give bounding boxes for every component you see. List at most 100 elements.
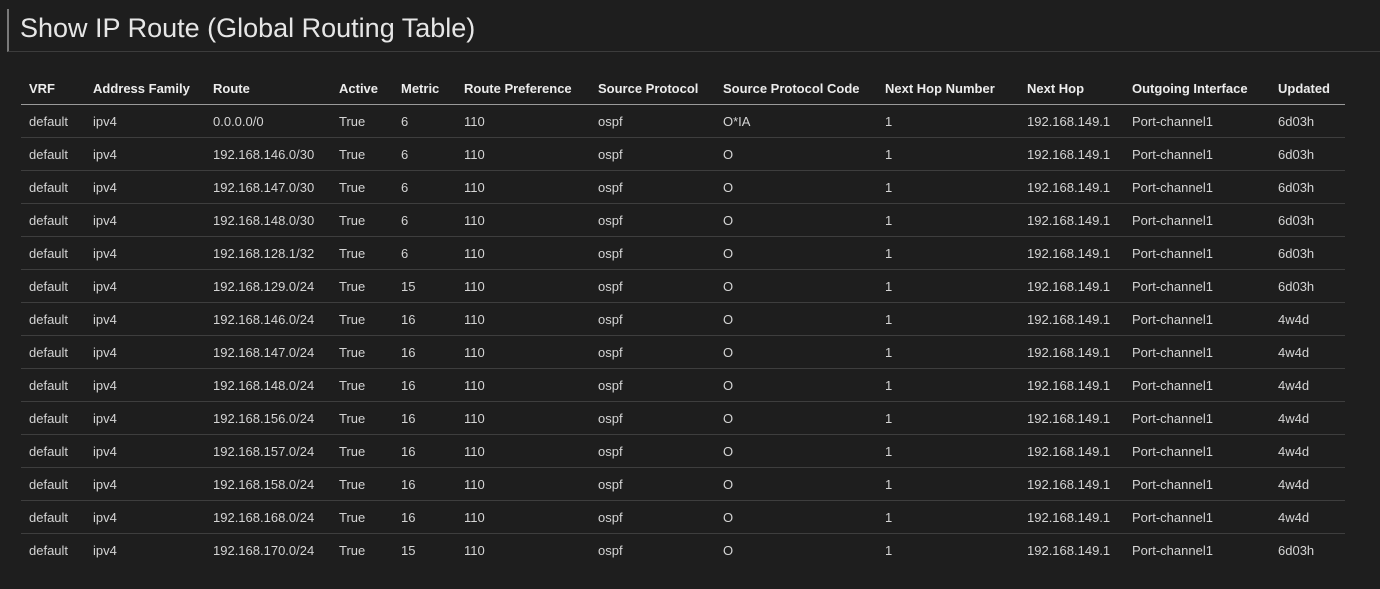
cell-next-hop: 192.168.149.1 <box>1019 104 1124 138</box>
cell-route-preference: 110 <box>456 434 590 468</box>
cell-source-protocol: ospf <box>590 269 715 303</box>
cell-source-protocol: ospf <box>590 236 715 270</box>
cell-next-hop-number: 1 <box>877 236 1019 270</box>
cell-outgoing-interface: Port-channel1 <box>1124 302 1270 336</box>
cell-active: True <box>331 335 393 369</box>
cell-updated: 4w4d <box>1270 335 1345 369</box>
cell-next-hop-number: 1 <box>877 401 1019 435</box>
column-header-next-hop[interactable]: Next Hop <box>1019 72 1124 105</box>
cell-next-hop: 192.168.149.1 <box>1019 236 1124 270</box>
cell-source-protocol: ospf <box>590 302 715 336</box>
cell-source-protocol-code: O <box>715 170 877 204</box>
cell-vrf: default <box>21 137 85 171</box>
cell-address-family: ipv4 <box>85 203 205 237</box>
cell-metric: 16 <box>393 401 456 435</box>
table-row: default ipv4 192.168.147.0/24 True 16 110 ospf… <box>21 335 1345 369</box>
cell-source-protocol: ospf <box>590 203 715 237</box>
cell-updated: 4w4d <box>1270 467 1345 501</box>
cell-route: 192.168.146.0/24 <box>205 302 331 336</box>
cell-metric: 16 <box>393 467 456 501</box>
cell-vrf: default <box>29 542 69 558</box>
cell-route: 0.0.0.0/0 <box>205 104 331 138</box>
cell-active: True <box>331 434 393 468</box>
cell-address-family: ipv4 <box>85 269 205 303</box>
cell-next-hop-number: 1 <box>877 104 1019 138</box>
cell-next-hop: 192.168.149.1 <box>1019 269 1124 303</box>
cell-address-family: ipv4 <box>85 467 205 501</box>
cell-next-hop: 192.168.149.1 <box>1019 401 1124 435</box>
cell-address-family: ipv4 <box>85 170 205 204</box>
cell-active: True <box>331 203 393 237</box>
cell-outgoing-interface: Port-channel1 <box>1124 467 1270 501</box>
cell-source-protocol-code: O <box>715 302 877 336</box>
cell-next-hop: 192.168.149.1 <box>1019 368 1124 402</box>
cell-next-hop: 192.168.149.1 <box>1019 434 1124 468</box>
cell-vrf: default <box>21 236 85 270</box>
cell-route: 192.168.157.0/24 <box>205 434 331 468</box>
cell-metric: 16 <box>393 368 456 402</box>
page-header: Show IP Route (Global Routing Table) <box>7 9 1380 52</box>
cell-next-hop-number: 1 <box>877 434 1019 468</box>
cell-vrf: default <box>21 269 85 303</box>
cell-address-family: ipv4 <box>85 434 205 468</box>
cell-route: 192.168.158.0/24 <box>205 467 331 501</box>
cell-route-preference: 110 <box>456 467 590 501</box>
cell-active: True <box>339 542 366 558</box>
column-header-route-preference[interactable]: Route Preference <box>456 72 590 105</box>
column-header-next-hop-number[interactable]: Next Hop Number <box>877 72 1019 105</box>
cell-vrf: default <box>21 401 85 435</box>
cell-active: True <box>331 401 393 435</box>
cell-address-family: ipv4 <box>85 137 205 171</box>
cell-next-hop-number: 1 <box>885 542 893 558</box>
cell-route: 192.168.168.0/24 <box>205 500 331 534</box>
column-header-active[interactable]: Active <box>331 72 393 105</box>
cell-source-protocol-code: O <box>715 368 877 402</box>
cell-source-protocol-code: O <box>723 542 734 558</box>
cell-next-hop: 192.168.149.1 <box>1019 302 1124 336</box>
cell-source-protocol-code: O <box>715 401 877 435</box>
cell-updated: 6d03h <box>1270 236 1345 270</box>
cell-route-preference: 110 <box>456 500 590 534</box>
column-header-updated[interactable]: Updated <box>1270 72 1345 105</box>
column-header-address-family[interactable]: Address Family <box>85 72 205 105</box>
cell-metric: 15 <box>393 269 456 303</box>
cell-outgoing-interface: Port-channel1 <box>1124 137 1270 171</box>
cell-route-preference: 110 <box>456 368 590 402</box>
cell-source-protocol: ospf <box>590 434 715 468</box>
column-header-source-protocol[interactable]: Source Protocol <box>590 72 715 105</box>
column-header-route[interactable]: Route <box>205 72 331 105</box>
cell-metric: 16 <box>393 335 456 369</box>
cell-source-protocol-code: O <box>715 335 877 369</box>
table-row: default ipv4 0.0.0.0/0 True 6 110 ospf O*IA 1 192… <box>21 104 1345 138</box>
cell-metric: 16 <box>393 500 456 534</box>
cell-outgoing-interface: Port-channel1 <box>1124 104 1270 138</box>
cell-active: True <box>331 368 393 402</box>
cell-active: True <box>331 500 393 534</box>
cell-route: 192.168.128.1/32 <box>205 236 331 270</box>
cell-outgoing-interface: Port-channel1 <box>1124 335 1270 369</box>
cell-active: True <box>331 302 393 336</box>
table-row: default ipv4 192.168.146.0/24 True 16 110 ospf… <box>21 302 1345 336</box>
column-header-outgoing-interface[interactable]: Outgoing Interface <box>1124 72 1270 105</box>
cell-source-protocol-code: O <box>715 203 877 237</box>
route-table: VRF Address Family Route Active Metric Route … <box>21 72 1345 566</box>
cell-source-protocol-code: O <box>715 500 877 534</box>
cell-outgoing-interface: Port-channel1 <box>1124 500 1270 534</box>
cell-metric: 6 <box>393 203 456 237</box>
cell-outgoing-interface: Port-channel1 <box>1124 170 1270 204</box>
column-header-vrf[interactable]: VRF <box>21 72 85 105</box>
cell-vrf: default <box>21 368 85 402</box>
column-header-metric[interactable]: Metric <box>393 72 456 105</box>
cell-route-preference: 110 <box>456 401 590 435</box>
column-header-source-protocol-code[interactable]: Source Protocol Code <box>715 72 877 105</box>
cell-metric: 6 <box>393 104 456 138</box>
cell-route: 192.168.156.0/24 <box>205 401 331 435</box>
cell-source-protocol-code: O <box>715 236 877 270</box>
cell-route-preference: 110 <box>456 269 590 303</box>
cell-source-protocol: ospf <box>598 542 623 558</box>
cell-source-protocol-code: O*IA <box>715 104 877 138</box>
cell-next-hop: 192.168.149.1 <box>1019 137 1124 171</box>
cell-source-protocol: ospf <box>590 335 715 369</box>
cell-vrf: default <box>21 434 85 468</box>
cell-route-preference: 110 <box>464 542 485 558</box>
